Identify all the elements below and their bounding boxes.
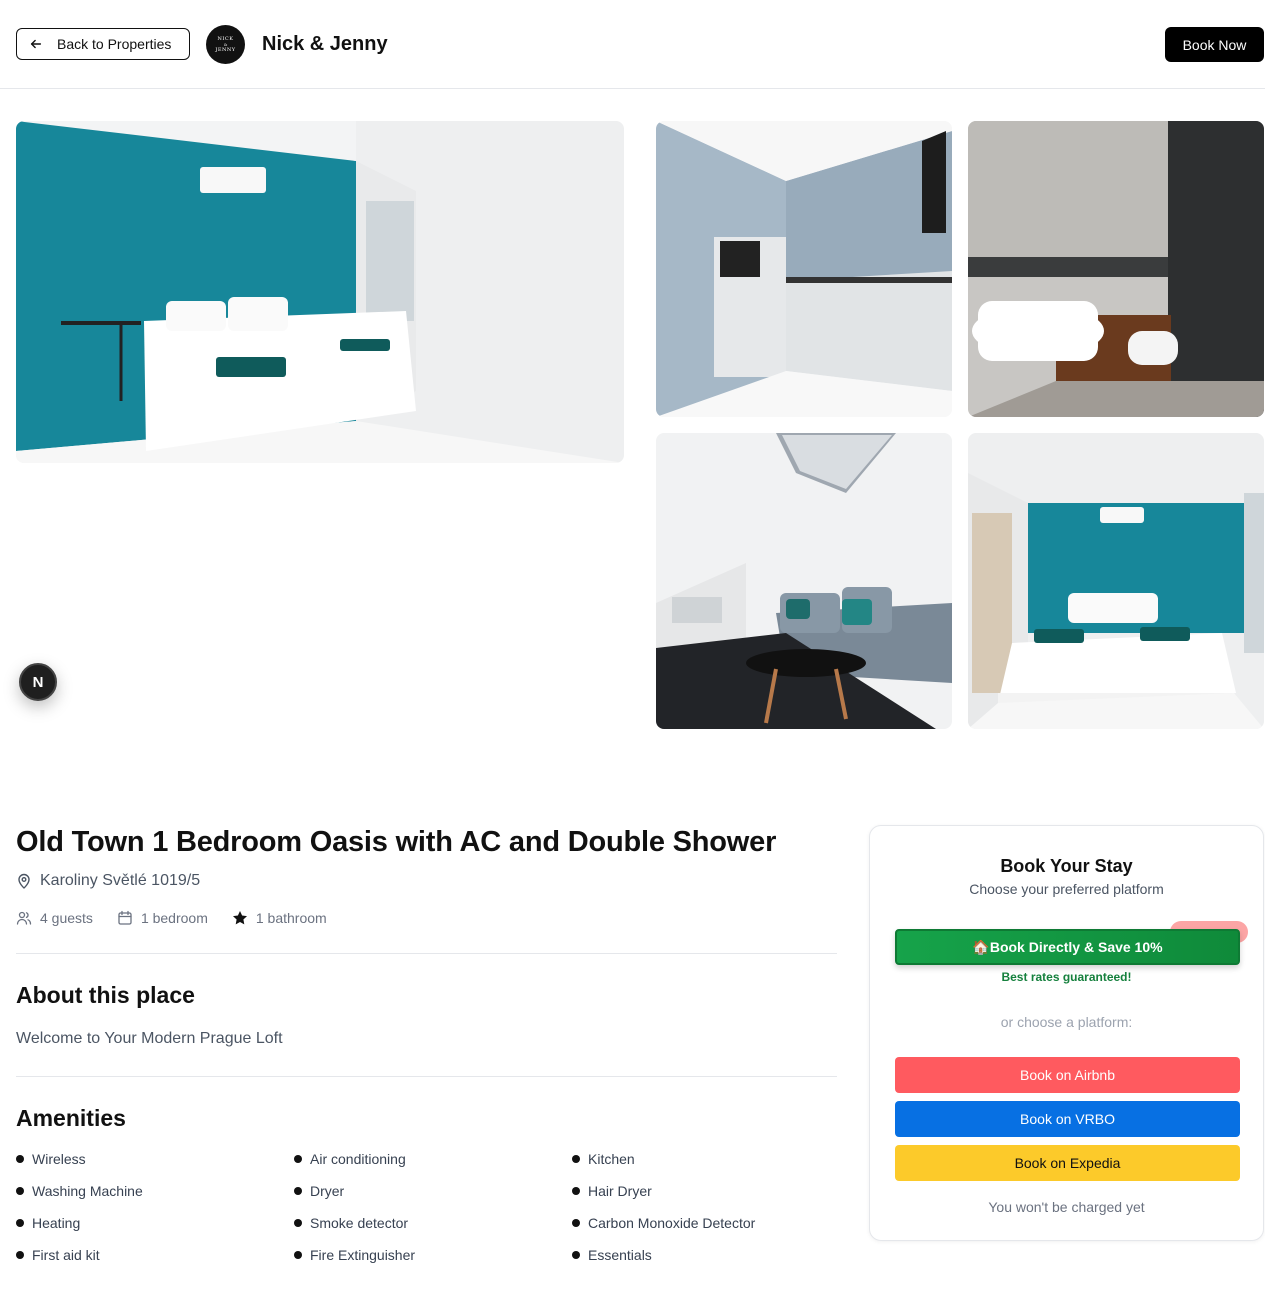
amenities-list: Wireless Air conditioning Kitchen Washin… bbox=[16, 1150, 856, 1264]
amenity-label: Washing Machine bbox=[32, 1183, 143, 1199]
gallery-photo-bathroom[interactable] bbox=[968, 121, 1264, 417]
amenity-label: Hair Dryer bbox=[588, 1183, 652, 1199]
amenity-label: Fire Extinguisher bbox=[310, 1247, 416, 1263]
divider bbox=[16, 953, 837, 954]
gallery-photo-kitchen[interactable] bbox=[656, 121, 952, 417]
booking-title: Book Your Stay bbox=[1000, 856, 1133, 876]
amenity-label: Smoke detector bbox=[310, 1215, 409, 1231]
bedrooms-stat: 1 bedroom bbox=[117, 910, 208, 926]
amenity-label: Essentials bbox=[588, 1247, 652, 1263]
bullet-icon bbox=[294, 1155, 302, 1163]
booking-card: Book Your Stay Choose your preferred pla… bbox=[869, 825, 1264, 1241]
amenity-label: First aid kit bbox=[32, 1247, 100, 1263]
about-heading: About this place bbox=[16, 982, 195, 1008]
no-charge-note: You won't be charged yet bbox=[988, 1199, 1145, 1215]
bullet-icon bbox=[294, 1251, 302, 1259]
nextjs-badge[interactable]: N bbox=[19, 663, 57, 701]
about-text: Welcome to Your Modern Prague Loft bbox=[16, 1030, 283, 1047]
bullet-icon bbox=[572, 1219, 580, 1227]
gallery-photo-bedroom-wide[interactable] bbox=[968, 433, 1264, 729]
logo-line3: JENNY bbox=[215, 47, 236, 53]
bullet-icon bbox=[16, 1155, 24, 1163]
gallery-photo-living-room[interactable] bbox=[656, 433, 952, 729]
bedrooms-text: 1 bedroom bbox=[140, 910, 208, 926]
brand-name[interactable]: Nick & Jenny bbox=[262, 33, 388, 56]
best-rates-note: Best rates guaranteed! bbox=[1001, 970, 1132, 984]
guests-stat: 4 guests bbox=[16, 910, 93, 926]
book-on-airbnb-button[interactable]: Book on Airbnb bbox=[895, 1057, 1240, 1093]
amenity-item: First aid kit bbox=[16, 1246, 294, 1264]
bullet-icon bbox=[572, 1187, 580, 1195]
or-choose-platform: or choose a platform: bbox=[1000, 1014, 1133, 1030]
bullet-icon bbox=[572, 1251, 580, 1259]
amenity-item: Air conditioning bbox=[294, 1150, 572, 1168]
users-icon bbox=[16, 911, 32, 925]
address-text: Karoliny Světlé 1019/5 bbox=[40, 872, 201, 889]
book-directly-button[interactable]: 🏠Book Directly & Save 10% bbox=[895, 929, 1240, 965]
calendar-icon bbox=[118, 910, 132, 925]
amenity-item: Wireless bbox=[16, 1150, 294, 1168]
book-on-vrbo-button[interactable]: Book on VRBO bbox=[895, 1101, 1240, 1137]
amenity-item: Hair Dryer bbox=[572, 1182, 856, 1200]
amenity-item: Kitchen bbox=[572, 1150, 856, 1168]
star-icon bbox=[232, 911, 247, 925]
book-on-expedia-button[interactable]: Book on Expedia bbox=[895, 1145, 1240, 1181]
amenity-label: Carbon Monoxide Detector bbox=[588, 1215, 756, 1231]
book-now-button[interactable]: Book Now bbox=[1165, 27, 1264, 62]
amenity-label: Wireless bbox=[32, 1151, 86, 1167]
bullet-icon bbox=[16, 1219, 24, 1227]
amenity-label: Heating bbox=[32, 1215, 81, 1231]
amenity-item: Essentials bbox=[572, 1246, 856, 1264]
bathrooms-text: 1 bathroom bbox=[255, 910, 327, 926]
amenity-label: Kitchen bbox=[588, 1151, 635, 1167]
bullet-icon bbox=[16, 1251, 24, 1259]
amenity-item: Carbon Monoxide Detector bbox=[572, 1214, 856, 1232]
amenity-item: Dryer bbox=[294, 1182, 572, 1200]
guests-text: 4 guests bbox=[40, 910, 93, 926]
gallery-photo-main[interactable] bbox=[16, 121, 624, 463]
arrow-left-icon bbox=[30, 39, 42, 49]
back-to-properties-button[interactable]: Back to Properties bbox=[16, 28, 190, 60]
amenity-item: Heating bbox=[16, 1214, 294, 1232]
divider bbox=[16, 1076, 837, 1077]
amenity-item: Smoke detector bbox=[294, 1214, 572, 1232]
bullet-icon bbox=[572, 1155, 580, 1163]
property-stats: 4 guests 1 bedroom 1 bathroom bbox=[16, 910, 351, 926]
amenity-item: Washing Machine bbox=[16, 1182, 294, 1200]
amenity-label: Air conditioning bbox=[310, 1151, 406, 1167]
bathrooms-stat: 1 bathroom bbox=[232, 910, 327, 926]
booking-subtitle: Choose your preferred platform bbox=[969, 881, 1164, 897]
brand-logo[interactable]: NICK & JENNY bbox=[206, 25, 245, 64]
bullet-icon bbox=[294, 1219, 302, 1227]
back-button-label: Back to Properties bbox=[57, 36, 172, 52]
amenity-item: Fire Extinguisher bbox=[294, 1246, 572, 1264]
top-header: Back to Properties NICK & JENNY Nick & J… bbox=[0, 0, 1265, 89]
bullet-icon bbox=[294, 1187, 302, 1195]
property-address: Karoliny Světlé 1019/5 bbox=[16, 872, 200, 890]
map-pin-icon bbox=[18, 873, 30, 889]
property-title: Old Town 1 Bedroom Oasis with AC and Dou… bbox=[16, 826, 777, 858]
amenities-heading: Amenities bbox=[16, 1105, 126, 1131]
amenity-label: Dryer bbox=[310, 1183, 345, 1199]
bullet-icon bbox=[16, 1187, 24, 1195]
